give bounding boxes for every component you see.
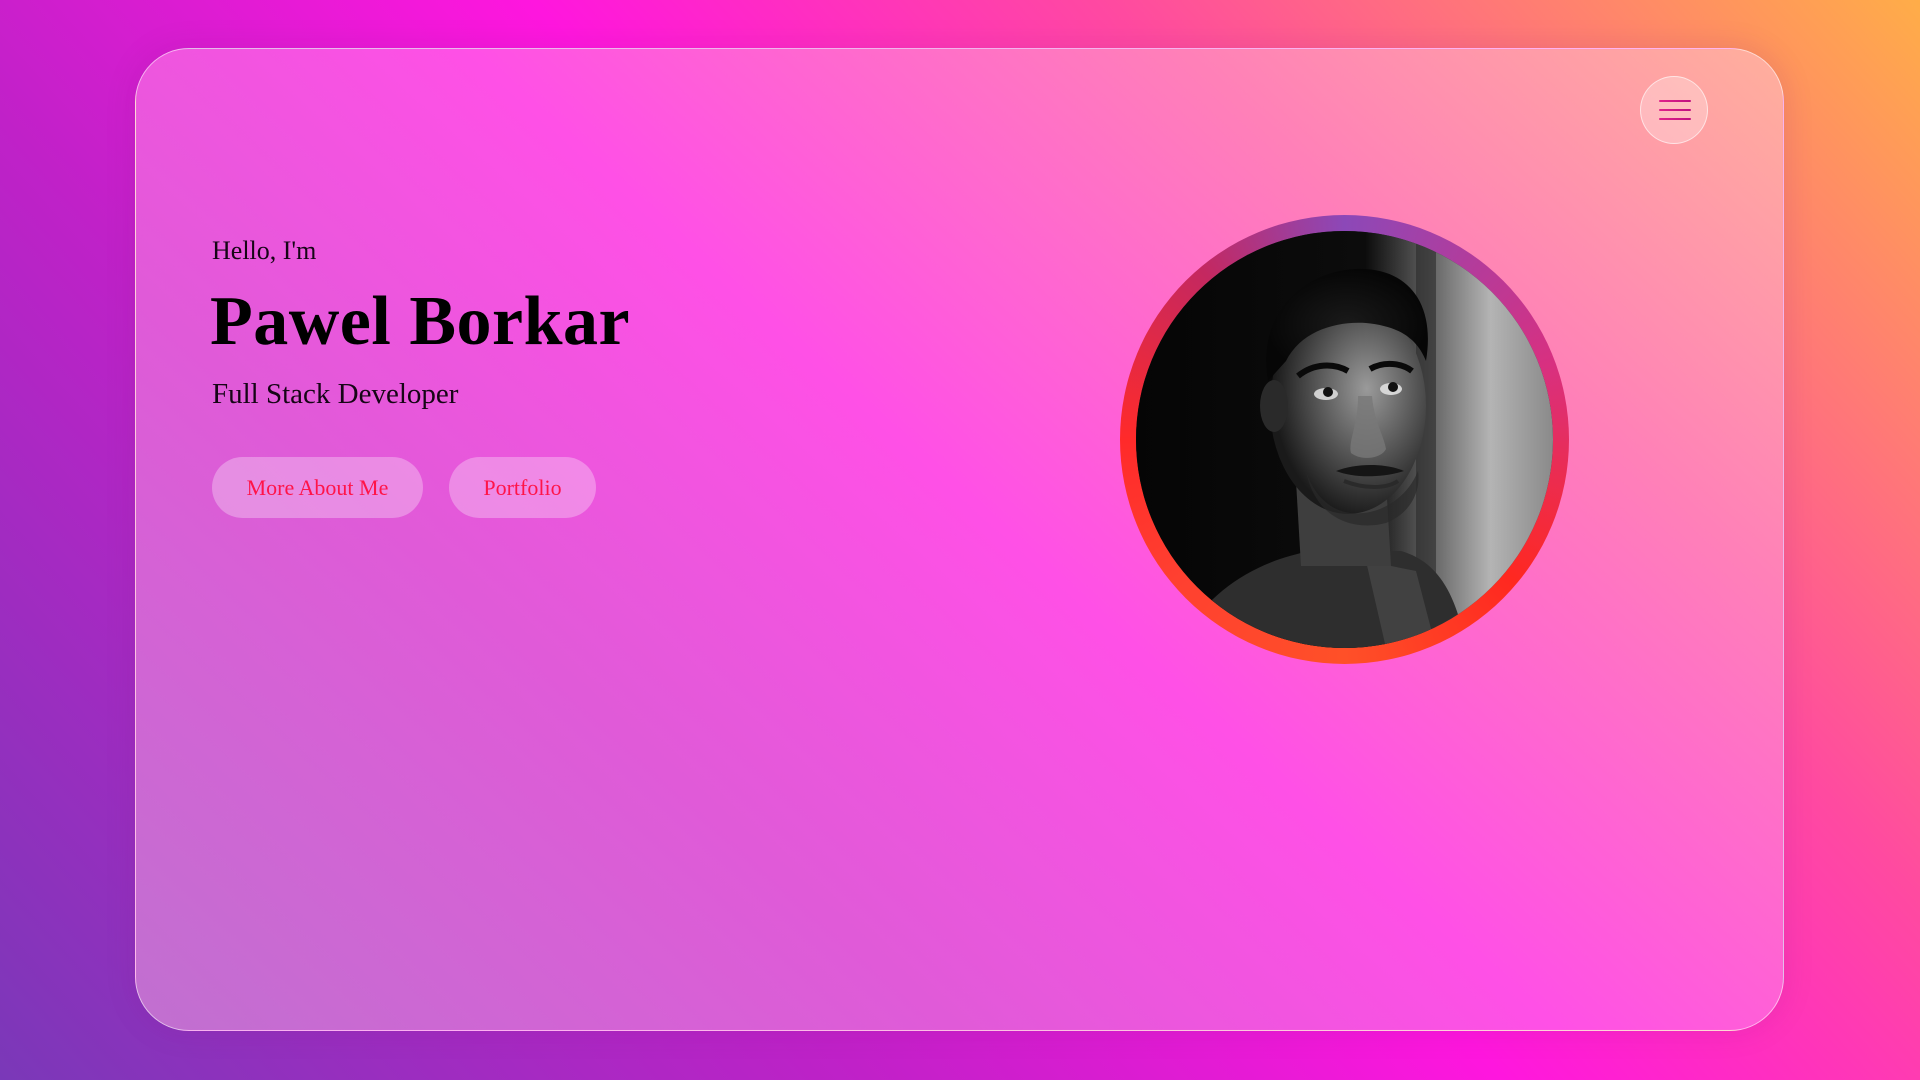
hamburger-menu-icon-bar (1659, 109, 1691, 111)
person-name: Pawel Borkar (210, 283, 631, 360)
hamburger-menu-icon (1659, 100, 1691, 102)
avatar-ring (1120, 215, 1569, 664)
greeting-text: Hello, I'm (212, 236, 317, 265)
avatar (1136, 231, 1553, 648)
profile-photo (1136, 231, 1553, 648)
menu-button[interactable] (1640, 76, 1708, 144)
job-title: Full Stack Developer (212, 378, 459, 410)
portfolio-button[interactable]: Portfolio (449, 457, 596, 518)
hamburger-menu-icon-bar (1659, 118, 1691, 120)
more-about-me-button[interactable]: More About Me (212, 457, 423, 518)
